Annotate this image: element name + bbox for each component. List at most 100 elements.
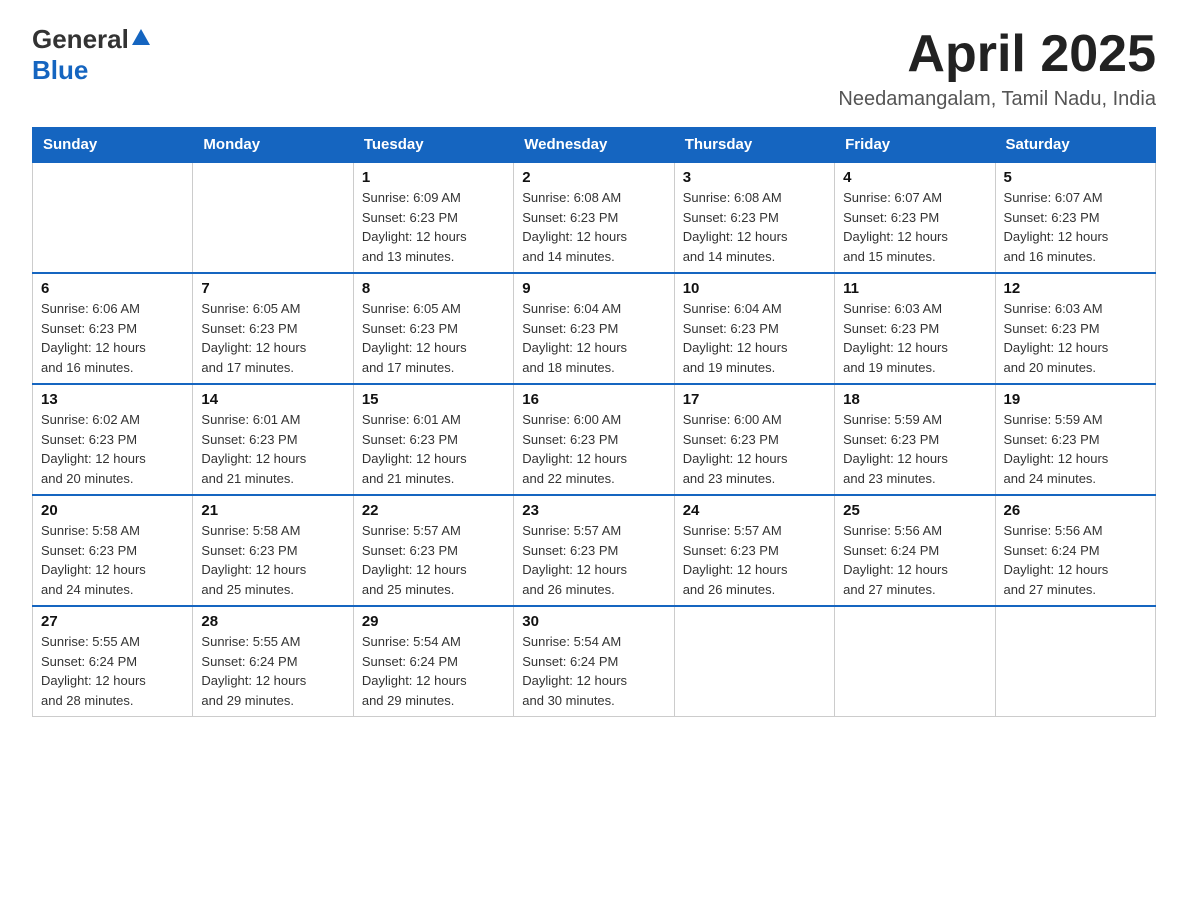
calendar-cell: 17Sunrise: 6:00 AM Sunset: 6:23 PM Dayli… [674,384,834,495]
calendar-cell: 22Sunrise: 5:57 AM Sunset: 6:23 PM Dayli… [353,495,513,606]
calendar-cell: 3 Sunrise: 6:08 AM Sunset: 6:23 PM Daylig… [674,162,834,273]
logo-triangle-icon [132,29,150,45]
calendar-cell: 4 Sunrise: 6:07 AM Sunset: 6:23 PM Daylig… [835,162,995,273]
day-info: Sunrise: 6:05 AM Sunset: 6:23 PM Dayligh… [201,299,344,377]
title-block: April 2025 Needamangalam, Tamil Nadu, In… [838,24,1156,111]
col-saturday: Saturday [995,128,1155,163]
day-info: Sunrise: 5:55 AM Sunset: 6:24 PM Dayligh… [201,632,344,710]
calendar-cell [33,162,193,273]
calendar-table: Sunday Monday Tuesday Wednesday Thursday… [32,127,1156,717]
calendar-cell [835,606,995,717]
calendar-cell [995,606,1155,717]
day-number: 5 [1004,169,1147,186]
day-number: 8 [362,280,505,297]
day-number: 11 [843,280,986,297]
day-info: Sunrise: 6:02 AM Sunset: 6:23 PM Dayligh… [41,410,184,488]
calendar-cell: 5 Sunrise: 6:07 AM Sunset: 6:23 PM Daylig… [995,162,1155,273]
day-info: Sunrise: 6:04 AM Sunset: 6:23 PM Dayligh… [522,299,665,377]
day-info: Sunrise: 6:03 AM Sunset: 6:23 PM Dayligh… [843,299,986,377]
day-info: Sunrise: 6:06 AM Sunset: 6:23 PM Dayligh… [41,299,184,377]
day-number: 23 [522,502,665,519]
day-info: Sunrise: 6:07 AM Sunset: 6:23 PM Dayligh… [843,188,986,266]
day-number: 7 [201,280,344,297]
calendar-cell: 13 Sunrise: 6:02 AM Sunset: 6:23 PM Dayli… [33,384,193,495]
day-info: Sunrise: 5:54 AM Sunset: 6:24 PM Dayligh… [522,632,665,710]
day-number: 27 [41,613,184,630]
day-number: 17 [683,391,826,408]
day-info: Sunrise: 5:59 AM Sunset: 6:23 PM Dayligh… [843,410,986,488]
day-number: 10 [683,280,826,297]
day-info: Sunrise: 5:59 AM Sunset: 6:23 PM Dayligh… [1004,410,1147,488]
col-thursday: Thursday [674,128,834,163]
day-number: 29 [362,613,505,630]
day-number: 13 [41,391,184,408]
col-monday: Monday [193,128,353,163]
day-number: 12 [1004,280,1147,297]
day-info: Sunrise: 6:00 AM Sunset: 6:23 PM Dayligh… [522,410,665,488]
calendar-cell: 12 Sunrise: 6:03 AM Sunset: 6:23 PM Dayli… [995,273,1155,384]
subtitle: Needamangalam, Tamil Nadu, India [838,88,1156,111]
logo-blue-part [129,32,153,48]
calendar-week-4: 20 Sunrise: 5:58 AM Sunset: 6:23 PM Dayli… [33,495,1156,606]
calendar-week-5: 27 Sunrise: 5:55 AM Sunset: 6:24 PM Dayli… [33,606,1156,717]
day-info: Sunrise: 5:56 AM Sunset: 6:24 PM Dayligh… [1004,521,1147,599]
day-number: 20 [41,502,184,519]
calendar-cell: 1 Sunrise: 6:09 AM Sunset: 6:23 PM Daylig… [353,162,513,273]
calendar-cell: 18 Sunrise: 5:59 AM Sunset: 6:23 PM Dayli… [835,384,995,495]
col-sunday: Sunday [33,128,193,163]
day-info: Sunrise: 5:57 AM Sunset: 6:23 PM Dayligh… [362,521,505,599]
day-number: 2 [522,169,665,186]
day-number: 28 [201,613,344,630]
logo: General Blue [32,24,153,86]
day-info: Sunrise: 6:07 AM Sunset: 6:23 PM Dayligh… [1004,188,1147,266]
calendar-cell: 8 Sunrise: 6:05 AM Sunset: 6:23 PM Daylig… [353,273,513,384]
calendar-cell: 25 Sunrise: 5:56 AM Sunset: 6:24 PM Dayli… [835,495,995,606]
header-row: Sunday Monday Tuesday Wednesday Thursday… [33,128,1156,163]
calendar-cell: 16 Sunrise: 6:00 AM Sunset: 6:23 PM Dayli… [514,384,674,495]
day-number: 4 [843,169,986,186]
day-number: 18 [843,391,986,408]
day-number: 16 [522,391,665,408]
day-info: Sunrise: 6:09 AM Sunset: 6:23 PM Dayligh… [362,188,505,266]
calendar-header: Sunday Monday Tuesday Wednesday Thursday… [33,128,1156,163]
day-number: 25 [843,502,986,519]
day-number: 9 [522,280,665,297]
calendar-cell: 29Sunrise: 5:54 AM Sunset: 6:24 PM Dayli… [353,606,513,717]
col-friday: Friday [835,128,995,163]
day-number: 1 [362,169,505,186]
day-info: Sunrise: 5:57 AM Sunset: 6:23 PM Dayligh… [683,521,826,599]
day-info: Sunrise: 6:01 AM Sunset: 6:23 PM Dayligh… [201,410,344,488]
calendar-cell: 2 Sunrise: 6:08 AM Sunset: 6:23 PM Daylig… [514,162,674,273]
day-number: 26 [1004,502,1147,519]
calendar-body: 1 Sunrise: 6:09 AM Sunset: 6:23 PM Daylig… [33,162,1156,717]
day-info: Sunrise: 6:03 AM Sunset: 6:23 PM Dayligh… [1004,299,1147,377]
calendar-cell: 20Sunrise: 5:58 AM Sunset: 6:23 PM Dayli… [33,495,193,606]
day-number: 15 [362,391,505,408]
day-number: 3 [683,169,826,186]
calendar-cell [193,162,353,273]
calendar-cell: 28 Sunrise: 5:55 AM Sunset: 6:24 PM Dayli… [193,606,353,717]
day-info: Sunrise: 6:08 AM Sunset: 6:23 PM Dayligh… [522,188,665,266]
page-header: General Blue April 2025 Needamangalam, T… [32,24,1156,111]
col-tuesday: Tuesday [353,128,513,163]
logo-blue-text: Blue [32,55,88,85]
calendar-cell: 10 Sunrise: 6:04 AM Sunset: 6:23 PM Dayli… [674,273,834,384]
calendar-cell: 21 Sunrise: 5:58 AM Sunset: 6:23 PM Dayli… [193,495,353,606]
day-info: Sunrise: 6:05 AM Sunset: 6:23 PM Dayligh… [362,299,505,377]
calendar-cell: 26 Sunrise: 5:56 AM Sunset: 6:24 PM Dayli… [995,495,1155,606]
day-number: 6 [41,280,184,297]
calendar-cell: 30Sunrise: 5:54 AM Sunset: 6:24 PM Dayli… [514,606,674,717]
day-info: Sunrise: 5:57 AM Sunset: 6:23 PM Dayligh… [522,521,665,599]
calendar-cell: 9 Sunrise: 6:04 AM Sunset: 6:23 PM Daylig… [514,273,674,384]
day-info: Sunrise: 6:08 AM Sunset: 6:23 PM Dayligh… [683,188,826,266]
calendar-week-1: 1 Sunrise: 6:09 AM Sunset: 6:23 PM Daylig… [33,162,1156,273]
calendar-cell: 6 Sunrise: 6:06 AM Sunset: 6:23 PM Daylig… [33,273,193,384]
day-info: Sunrise: 5:58 AM Sunset: 6:23 PM Dayligh… [201,521,344,599]
calendar-cell: 7 Sunrise: 6:05 AM Sunset: 6:23 PM Daylig… [193,273,353,384]
calendar-cell: 27Sunrise: 5:55 AM Sunset: 6:24 PM Dayli… [33,606,193,717]
day-info: Sunrise: 5:56 AM Sunset: 6:24 PM Dayligh… [843,521,986,599]
day-info: Sunrise: 6:04 AM Sunset: 6:23 PM Dayligh… [683,299,826,377]
logo-general-text: General [32,24,129,55]
day-number: 24 [683,502,826,519]
day-number: 21 [201,502,344,519]
